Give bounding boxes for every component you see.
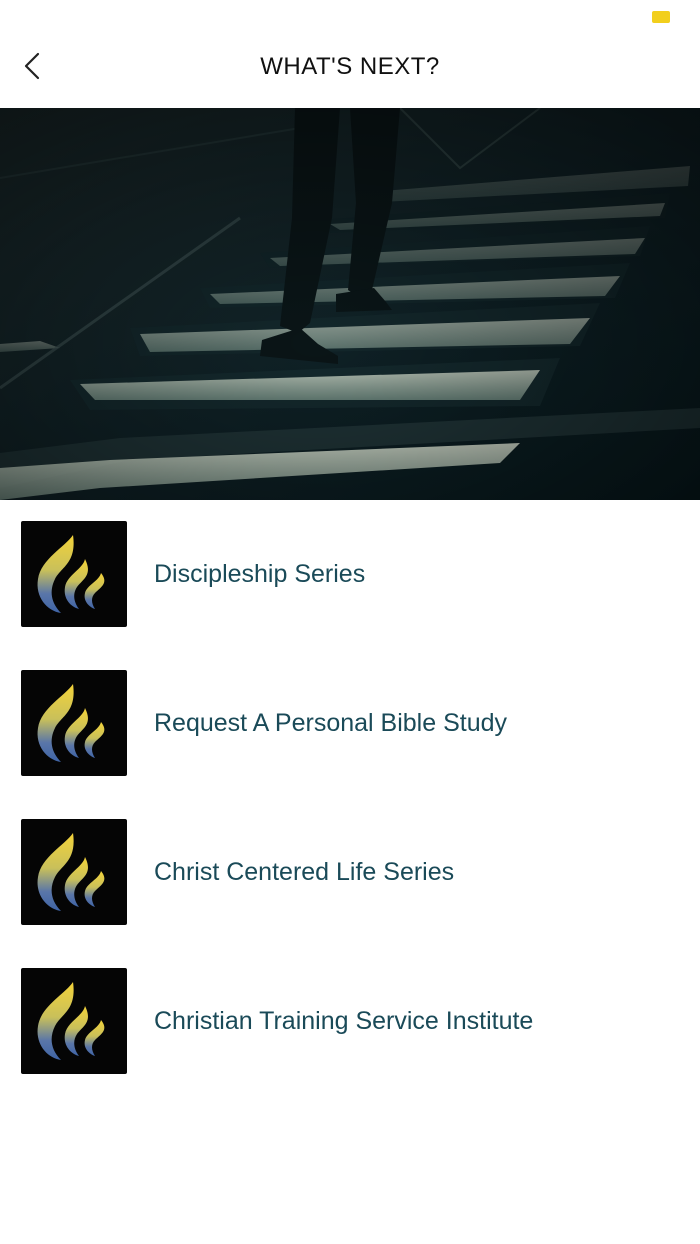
flame-logo-icon [21,819,127,925]
navigation-bar: WHAT'S NEXT? [0,36,700,108]
hero-image [0,108,700,500]
list-item-discipleship-series[interactable]: Discipleship Series [0,521,700,627]
list-item-label: Christ Centered Life Series [154,858,455,886]
list-item-training-institute[interactable]: Christian Training Service Institute [0,968,700,1074]
list-item-label: Christian Training Service Institute [154,1007,534,1035]
flame-logo-icon [21,968,127,1074]
list-item-label: Discipleship Series [154,560,366,588]
whats-next-screen: WHAT'S NEXT? Discipleship Series Request… [0,0,700,1244]
list-item-label: Request A Personal Bible Study [154,709,508,737]
status-bar [0,0,700,36]
list-item-christ-centered-life[interactable]: Christ Centered Life Series [0,819,700,925]
next-steps-list: Discipleship Series Request A Personal B… [0,521,700,1117]
page-title: WHAT'S NEXT? [260,53,440,80]
flame-logo-icon [21,521,127,627]
stairs-walking-image [0,108,700,500]
flame-logo-icon [21,670,127,776]
list-item-request-bible-study[interactable]: Request A Personal Bible Study [0,670,700,776]
battery-icon [652,11,670,23]
